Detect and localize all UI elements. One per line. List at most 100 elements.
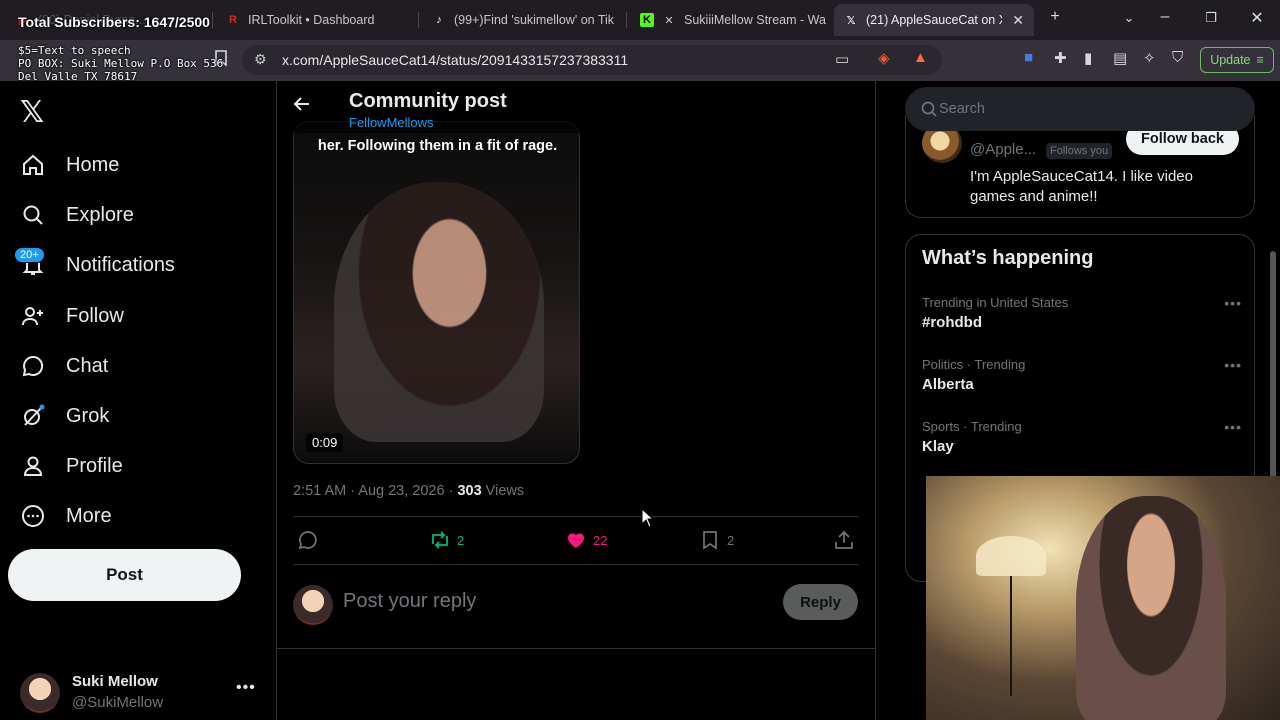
avatar — [293, 585, 333, 625]
like-action[interactable]: 22 — [565, 529, 607, 551]
search-input[interactable]: Search — [905, 87, 1255, 131]
more-dots-icon[interactable]: ••• — [236, 679, 256, 697]
update-button[interactable]: Update ≡ — [1200, 47, 1274, 73]
trend-meta: Politics · Trending — [922, 357, 1026, 372]
tab-list-chevron-icon[interactable]: ⌄ — [1117, 10, 1141, 26]
restore-icon[interactable]: ❐ — [1199, 10, 1223, 26]
minimize-icon[interactable]: – — [1153, 8, 1177, 26]
trend-item[interactable]: Trending in United States #rohdbd ••• — [922, 295, 1242, 345]
nav-grok[interactable]: Grok — [20, 394, 109, 438]
muted-speaker-icon[interactable]: ✕ — [662, 13, 676, 27]
reply-button[interactable]: Reply — [783, 584, 858, 620]
person-plus-icon — [20, 303, 46, 329]
post-detail-column: Community post FellowMellows her. Follow… — [276, 81, 876, 720]
more-dots-icon[interactable]: ••• — [1224, 295, 1242, 311]
close-tab-icon[interactable]: ✕ — [1012, 12, 1024, 29]
tab-x-active[interactable]: 𝕏 (21) AppleSauceCat on X ✕ — [834, 4, 1034, 36]
tiktok-icon: ♪ — [436, 14, 442, 26]
page-title: Community post — [349, 90, 507, 112]
post-metadata: 2:51 AM · Aug 23, 2026 · 303 Views — [293, 483, 524, 499]
scrollbar-thumb[interactable] — [1270, 251, 1276, 481]
more-circle-icon — [20, 503, 46, 529]
search-icon — [20, 202, 46, 228]
tab-separator — [626, 12, 627, 28]
mouse-cursor-icon — [641, 508, 655, 528]
bookmark-icon — [699, 529, 721, 551]
follow-handle[interactable]: @Apple... — [970, 141, 1036, 158]
divider — [293, 564, 859, 565]
extensions-puzzle-icon[interactable]: ✚ — [1054, 49, 1067, 67]
back-arrow-icon[interactable] — [293, 95, 311, 118]
trend-name: Alberta — [922, 376, 974, 393]
trend-name: Klay — [922, 438, 954, 455]
lamp-stand-shape — [1010, 576, 1012, 696]
trend-item[interactable]: Politics · Trending Alberta ••• — [922, 357, 1242, 407]
nav-label: Explore — [66, 203, 134, 226]
follows-you-badge: Follows you — [1046, 143, 1113, 159]
menu-hamburger-icon: ≡ — [1256, 53, 1264, 67]
bookmark-action[interactable]: 2 — [699, 529, 734, 551]
sidebar-toggle-icon[interactable]: ▮ — [1084, 49, 1092, 67]
video-frame — [334, 182, 544, 442]
tab-separator — [212, 12, 213, 28]
video-duration: 0:09 — [306, 433, 344, 452]
tab-separator — [418, 12, 419, 28]
search-placeholder: Search — [939, 101, 985, 117]
more-dots-icon[interactable]: ••• — [1224, 419, 1242, 435]
retweet-action[interactable]: 2 — [429, 529, 464, 551]
kick-icon: K — [640, 13, 654, 27]
trend-meta: Trending in United States — [922, 295, 1069, 310]
webcam-overlay — [926, 476, 1280, 720]
share-action[interactable] — [833, 529, 861, 551]
nav-follow[interactable]: Follow — [20, 294, 124, 338]
streamer-figure — [1076, 496, 1226, 720]
nav-explore[interactable]: Explore — [20, 193, 134, 237]
nav-label: Notifications — [66, 253, 175, 276]
nav-chat[interactable]: Chat — [20, 344, 108, 388]
site-settings-icon[interactable]: ⚙ — [254, 51, 267, 68]
tab-label: (99+)Find 'sukimellow' on Tik — [454, 13, 615, 27]
divider — [293, 516, 859, 517]
nav-label: Profile — [66, 454, 123, 477]
account-switcher[interactable]: Suki Mellow @SukiMellow ••• — [20, 673, 260, 713]
post-button[interactable]: Post — [8, 549, 241, 601]
brave-rewards-icon[interactable]: ▲ — [913, 49, 928, 66]
leo-ai-icon[interactable]: ✧ — [1143, 49, 1156, 67]
post-timestamp[interactable]: 2:51 AM · Aug 23, 2026 · — [293, 483, 457, 499]
tab-tiktok[interactable]: ♪ (99+)Find 'sukimellow' on Tik — [422, 4, 622, 36]
reply-composer: Post your reply Reply — [293, 583, 859, 627]
tab-label: SukiiiMellow Stream - Wa — [684, 13, 826, 27]
url-text[interactable]: x.com/AppleSauceCat14/status/20914331572… — [282, 52, 628, 68]
trend-meta: Sports · Trending — [922, 419, 1022, 434]
account-handle: @SukiMellow — [72, 694, 164, 711]
x-logo-icon[interactable]: 𝕏 — [20, 95, 44, 130]
home-icon — [20, 152, 46, 178]
reply-icon — [297, 529, 319, 551]
extension-badge-icon[interactable]: ■ — [1024, 49, 1033, 66]
tab-kick[interactable]: K ✕ SukiiiMellow Stream - Wa — [630, 4, 830, 36]
x-icon: 𝕏 — [846, 14, 856, 27]
irltoolkit-icon: R — [229, 14, 237, 26]
close-window-icon[interactable]: ✕ — [1245, 8, 1269, 28]
avatar — [20, 673, 60, 713]
vpn-icon[interactable]: ⛉ — [1172, 49, 1183, 66]
share-icon — [833, 529, 855, 551]
wallet-icon[interactable]: ▤ — [1113, 49, 1127, 67]
trend-item[interactable]: Sports · Trending Klay ••• — [922, 419, 1242, 469]
video-player[interactable]: her. Following them in a fit of rage. 0:… — [293, 121, 580, 464]
views-label: Views — [481, 483, 525, 499]
tab-irltoolkit[interactable]: R IRLToolkit • Dashboard — [216, 4, 416, 36]
nav-profile[interactable]: Profile — [20, 444, 123, 488]
section-title: What’s happening — [922, 247, 1094, 269]
brave-shield-icon[interactable]: ◈ — [878, 49, 890, 67]
tts-notice: $5=Text to speech — [18, 44, 131, 57]
reply-input[interactable]: Post your reply — [343, 590, 476, 613]
nav-more[interactable]: More — [20, 494, 112, 538]
views-count: 303 — [457, 483, 482, 499]
reply-action[interactable] — [297, 529, 325, 551]
more-dots-icon[interactable]: ••• — [1224, 357, 1242, 373]
community-link[interactable]: FellowMellows — [349, 115, 434, 130]
cast-icon[interactable]: ▭ — [835, 50, 849, 68]
new-tab-icon[interactable]: + — [1043, 8, 1067, 26]
nav-home[interactable]: Home — [20, 143, 119, 187]
